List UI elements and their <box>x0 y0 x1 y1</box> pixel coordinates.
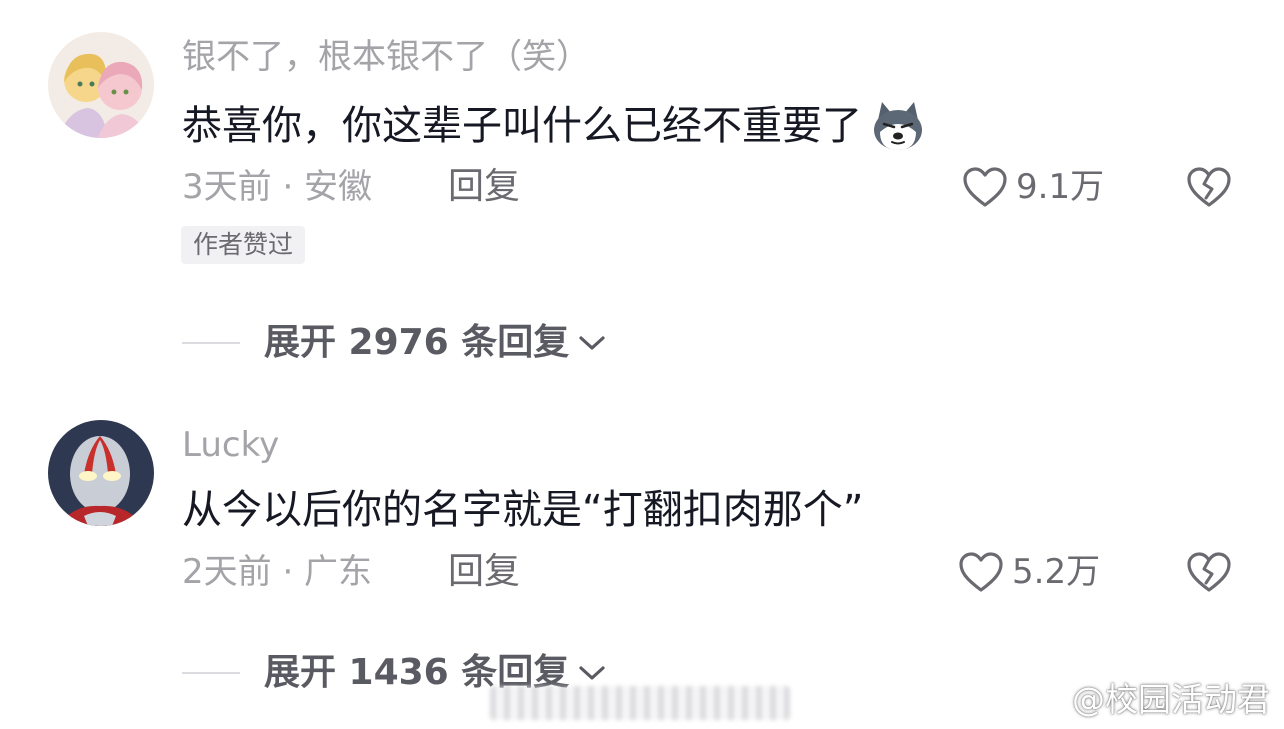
comment-text: 恭喜你，你这辈子叫什么已经不重要了 <box>182 98 926 154</box>
divider-line <box>182 672 240 674</box>
watermark-text: @校园活动君 <box>1072 680 1270 719</box>
comment-meta: 3天前 · 安徽 <box>182 167 373 207</box>
heart-outline-icon <box>959 552 1003 592</box>
weibo-logo-icon <box>1022 679 1066 714</box>
comment-meta: 2天前 · 广东 <box>182 552 373 592</box>
expand-replies-label: 展开 2976 条回复 <box>264 322 570 363</box>
chevron-down-icon <box>579 666 605 680</box>
blurred-overlay <box>490 686 790 720</box>
expand-replies-button[interactable]: 展开 2976 条回复 <box>182 325 607 361</box>
avatar[interactable] <box>48 32 154 138</box>
comment-content: 恭喜你，你这辈子叫什么已经不重要了 <box>182 103 862 149</box>
comment-text: 从今以后你的名字就是“打翻扣肉那个” <box>182 490 863 530</box>
broken-heart-icon <box>1187 167 1231 207</box>
avatar[interactable] <box>48 420 154 526</box>
like-count: 5.2万 <box>1012 552 1101 592</box>
like-count: 9.1万 <box>1016 167 1105 207</box>
husky-dog-emoji-icon <box>870 98 926 154</box>
watermark: @校园活动君 <box>1022 673 1270 721</box>
chevron-down-icon <box>579 336 605 350</box>
dislike-button[interactable] <box>1186 551 1232 597</box>
comment-content: 从今以后你的名字就是“打翻扣肉那个” <box>182 487 864 533</box>
reply-button[interactable]: 回复 <box>448 169 520 205</box>
dislike-button[interactable] <box>1186 166 1232 212</box>
broken-heart-icon <box>1187 552 1231 592</box>
like-button[interactable]: 9.1万 <box>962 166 1104 208</box>
author-liked-badge: 作者赞过 <box>181 226 306 264</box>
heart-outline-icon <box>963 167 1007 207</box>
comment-username[interactable]: Lucky <box>182 428 279 462</box>
anime-avatar-icon <box>48 32 154 138</box>
hero-avatar-icon <box>48 420 154 526</box>
reply-button[interactable]: 回复 <box>448 554 520 590</box>
like-button[interactable]: 5.2万 <box>958 551 1100 593</box>
divider-line <box>182 342 240 344</box>
comment-username[interactable]: 银不了，根本银不了（笑） <box>182 40 590 74</box>
